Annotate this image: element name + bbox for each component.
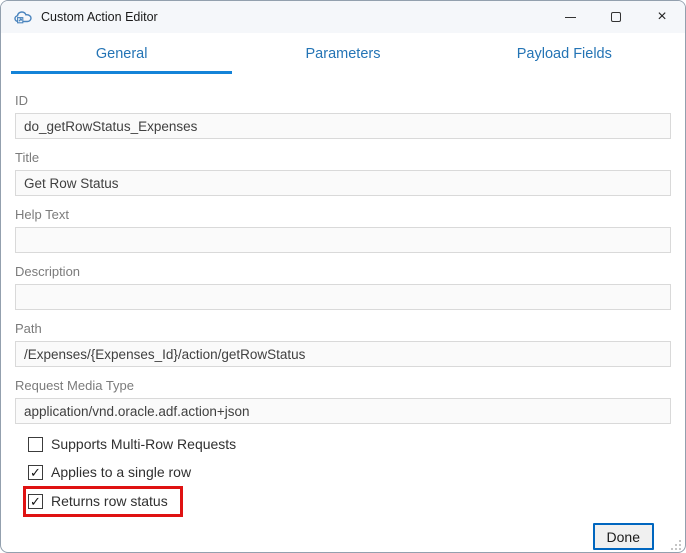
general-tab-panel: ID Title Help Text Description Path Requ… — [1, 74, 685, 552]
returns-row-status-highlight-box: ✓ Returns row status — [23, 486, 183, 517]
dialog-footer: Done — [15, 523, 654, 550]
applies-to-a-single-row-checkbox[interactable]: ✓ — [28, 464, 43, 480]
supports-multi-row-requests-label: Supports Multi-Row Requests — [51, 436, 237, 452]
maximize-button[interactable] — [593, 1, 639, 33]
help-text-label: Help Text — [15, 207, 69, 222]
supports-multi-row-requests-checkbox-row[interactable]: Supports Multi-Row Requests — [28, 436, 671, 452]
done-button[interactable]: Done — [592, 523, 654, 550]
request-media-type-label: Request Media Type — [15, 378, 134, 393]
description-field[interactable] — [15, 284, 671, 310]
returns-row-status-label: Returns row status — [51, 493, 168, 509]
returns-row-status-checkbox[interactable]: ✓ — [28, 493, 43, 509]
tab-bar: General Parameters Payload Fields — [11, 46, 675, 74]
id-label: ID — [15, 93, 28, 108]
path-label: Path — [15, 321, 42, 336]
request-media-type-field[interactable] — [15, 398, 671, 424]
minimize-button[interactable] — [547, 1, 593, 33]
title-label: Title — [15, 150, 40, 165]
minimize-icon — [564, 16, 576, 18]
window-title: Custom Action Editor — [41, 10, 158, 24]
close-icon: × — [657, 8, 667, 25]
resize-grip-icon[interactable] — [670, 538, 682, 550]
description-label: Description — [15, 264, 81, 279]
supports-multi-row-requests-checkbox[interactable] — [28, 436, 43, 452]
custom-action-editor-dialog: Custom Action Editor × General Parameter… — [0, 0, 686, 553]
help-text-field[interactable] — [15, 227, 671, 253]
tab-payload-fields[interactable]: Payload Fields — [454, 46, 675, 74]
id-field[interactable] — [15, 113, 671, 139]
path-field[interactable] — [15, 341, 671, 367]
cloud-action-icon — [13, 7, 33, 27]
tab-general[interactable]: General — [11, 46, 233, 74]
applies-to-a-single-row-label: Applies to a single row — [51, 464, 192, 480]
applies-to-a-single-row-checkbox-row[interactable]: ✓ Applies to a single row — [28, 464, 671, 480]
tab-parameters[interactable]: Parameters — [232, 46, 453, 74]
window-controls: × — [547, 1, 685, 33]
returns-row-status-checkbox-row[interactable]: ✓ Returns row status — [28, 493, 168, 509]
titlebar: Custom Action Editor × — [1, 1, 685, 33]
close-button[interactable]: × — [639, 1, 685, 33]
title-field[interactable] — [15, 170, 671, 196]
maximize-icon — [611, 12, 621, 22]
